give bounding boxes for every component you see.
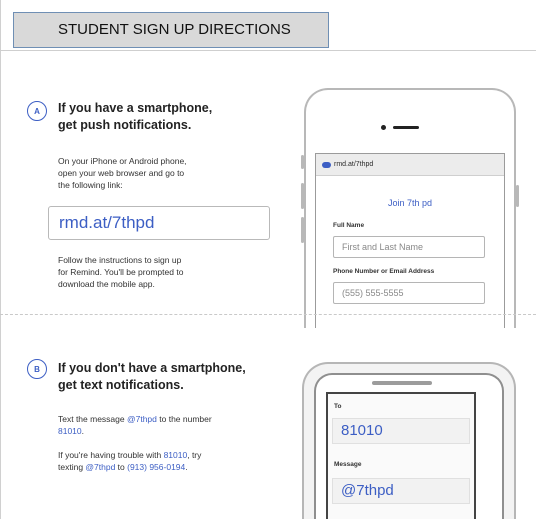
full-name-label: Full Name <box>333 222 365 229</box>
signup-link[interactable]: rmd.at/7thpd <box>48 206 270 240</box>
phone-side-button <box>516 185 519 207</box>
to-number-field[interactable]: 81010 <box>332 418 470 444</box>
join-class-title: Join 7th pd <box>387 198 433 208</box>
contact-label: Phone Number or Email Address <box>333 268 435 275</box>
instr-line: the following link: <box>58 180 123 190</box>
speaker-icon <box>372 381 432 385</box>
message-label: Message <box>334 461 362 468</box>
follow-line: for Remind. You'll be prompted to <box>58 267 184 277</box>
header-divider <box>0 50 536 51</box>
step-a-title-line1: If you have a smartphone, <box>58 101 213 115</box>
speaker-icon <box>393 126 419 129</box>
step-b-text-instructions: Text the message @7thpd to the number 81… <box>58 414 212 436</box>
frame-left-border <box>0 0 1 519</box>
step-b-title-line1: If you don't have a smartphone, <box>58 361 246 375</box>
contact-input[interactable]: (555) 555-5555 <box>333 282 485 304</box>
remind-cloud-icon <box>322 162 331 168</box>
step-a-instructions: On your iPhone or Android phone, open yo… <box>58 155 258 191</box>
camera-icon <box>381 125 386 130</box>
step-a-follow-text: Follow the instructions to sign up for R… <box>58 254 268 290</box>
step-a-badge: A <box>27 101 47 121</box>
message-field[interactable]: @7thpd <box>332 478 470 504</box>
page-title: STUDENT SIGN UP DIRECTIONS <box>13 12 329 48</box>
instr-line: open your web browser and go to <box>58 168 185 178</box>
to-label: To <box>334 403 342 410</box>
step-b-badge: B <box>27 359 47 379</box>
browser-url-bar[interactable]: rmd.at/7thpd <box>316 154 504 176</box>
follow-line: Follow the instructions to sign up <box>58 255 182 265</box>
follow-line: download the mobile app. <box>58 279 155 289</box>
full-name-input[interactable]: First and Last Name <box>333 236 485 258</box>
step-a-title-line2: get push notifications. <box>58 118 192 132</box>
step-b-trouble-text: If you're having trouble with 81010, try… <box>58 450 202 472</box>
step-b-title-line2: get text notifications. <box>58 378 184 392</box>
step-a-title: If you have a smartphone, get push notif… <box>58 100 278 134</box>
step-b-title: If you don't have a smartphone, get text… <box>58 360 288 394</box>
instr-line: On your iPhone or Android phone, <box>58 156 187 166</box>
section-divider <box>0 314 536 315</box>
